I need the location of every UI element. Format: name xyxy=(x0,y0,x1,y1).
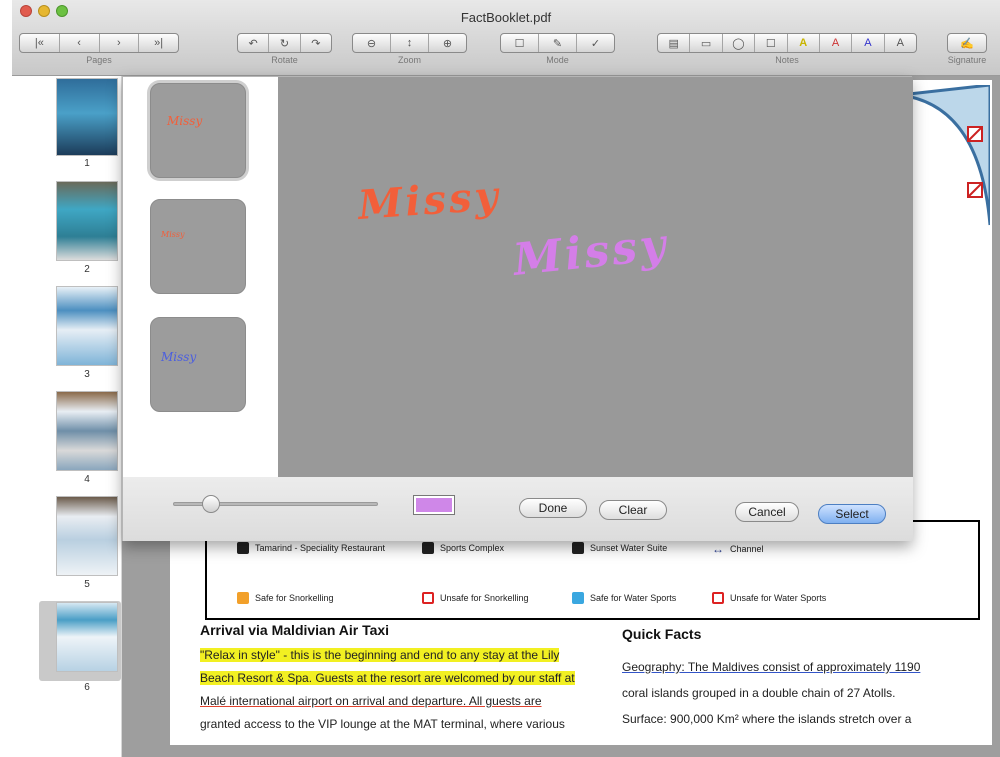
pages-nav-group: |« ‹ › »| xyxy=(19,33,179,53)
zoom-fit-button[interactable]: ↕ xyxy=(391,34,429,52)
drawn-signature-purple: Missy xyxy=(510,219,671,286)
check-mode-button[interactable]: ✓ xyxy=(577,34,614,52)
select-button[interactable]: Select xyxy=(818,504,886,524)
snorkel-safe-icon xyxy=(237,592,249,604)
select-mode-button[interactable]: ☐ xyxy=(501,34,539,52)
signature-drawing-canvas[interactable]: Missy Missy xyxy=(278,77,913,477)
facts-line-3: Surface: 900,000 Km² where the islands s… xyxy=(622,712,912,726)
signature-button[interactable]: ✍ xyxy=(948,34,986,52)
page-thumbnail-3[interactable] xyxy=(56,286,118,366)
arrival-line-4: granted access to the VIP lounge at the … xyxy=(200,717,565,731)
signature-sheet: Missy Missy Missy Missy Missy Done Clear… xyxy=(122,76,913,541)
page-thumbnail-1[interactable] xyxy=(56,78,118,156)
snorkel-unsafe-icon xyxy=(422,592,434,604)
zoom-label: Zoom xyxy=(397,55,421,65)
arrival-line-2: Beach Resort & Spa. Guests at the resort… xyxy=(200,671,575,685)
signature-label: Signature xyxy=(947,55,987,65)
text-blue-button[interactable]: A xyxy=(852,34,885,52)
saved-signature-3[interactable]: Missy xyxy=(150,317,246,412)
pen-width-slider[interactable] xyxy=(173,495,378,513)
clear-button[interactable]: Clear xyxy=(599,500,667,520)
rotate-group: ↶ ↻ ↷ xyxy=(237,33,332,53)
rotate-center-button[interactable]: ↻ xyxy=(269,34,301,52)
zoom-out-button[interactable]: ⊖ xyxy=(353,34,391,52)
notes-list-button[interactable]: ▤ xyxy=(658,34,691,52)
legend-item-channel: ↔ Channel xyxy=(712,542,764,556)
legend-item-sunset-water-suite: Sunset Water Suite xyxy=(572,542,667,554)
page-thumbnail-4[interactable] xyxy=(56,391,118,471)
quick-facts-heading: Quick Facts xyxy=(622,626,702,642)
signature-group: ✍ xyxy=(947,33,987,53)
oval-note-button[interactable]: ◯ xyxy=(723,34,756,52)
legend-item-safe-water-sports: Safe for Water Sports xyxy=(572,592,676,604)
legend-item-sports-complex: Sports Complex xyxy=(422,542,504,554)
rotate-right-button[interactable]: ↷ xyxy=(301,34,331,52)
pen-mode-button[interactable]: ✎ xyxy=(539,34,577,52)
preview-window: FactBooklet.pdf |« ‹ › »| Pages ↶ ↻ ↷ Ro… xyxy=(0,0,1000,757)
page-number-5: 5 xyxy=(84,579,90,590)
page-number-6: 6 xyxy=(84,682,90,693)
saved-signature-2[interactable]: Missy xyxy=(150,199,246,294)
next-page-button[interactable]: › xyxy=(100,34,140,52)
last-page-button[interactable]: »| xyxy=(139,34,178,52)
notes-group: ▤ ▭ ◯ ☐ A A A A xyxy=(657,33,917,53)
page-thumbnail-5[interactable] xyxy=(56,496,118,576)
pen-color-swatch[interactable] xyxy=(413,495,455,515)
window-title: FactBooklet.pdf xyxy=(460,10,552,25)
box-note-button[interactable]: ☐ xyxy=(755,34,788,52)
legend-item-unsafe-snorkelling: Unsafe for Snorkelling xyxy=(422,592,529,604)
arrival-line-3: Malé international airport on arrival an… xyxy=(200,694,542,708)
double-arrow-icon: ↔ xyxy=(712,542,724,556)
text-red-button[interactable]: A xyxy=(820,34,853,52)
first-page-button[interactable]: |« xyxy=(20,34,60,52)
page-number-4: 4 xyxy=(84,474,90,485)
pages-label: Pages xyxy=(86,55,112,65)
restaurant-icon xyxy=(237,542,249,554)
saved-signature-1[interactable]: Missy xyxy=(150,83,246,178)
notes-label: Notes xyxy=(775,55,799,65)
zoom-group: ⊖ ↕ ⊕ xyxy=(352,33,467,53)
rectangle-note-button[interactable]: ▭ xyxy=(690,34,723,52)
done-button[interactable]: Done xyxy=(519,498,587,518)
cancel-button[interactable]: Cancel xyxy=(735,502,799,522)
legend-item-unsafe-water-sports: Unsafe for Water Sports xyxy=(712,592,826,604)
page-number-3: 3 xyxy=(84,369,90,380)
titlebar: FactBooklet.pdf |« ‹ › »| Pages ↶ ↻ ↷ Ro… xyxy=(12,0,1000,76)
page-number-2: 2 xyxy=(84,264,90,275)
mode-group: ☐ ✎ ✓ xyxy=(500,33,615,53)
rotate-left-button[interactable]: ↶ xyxy=(238,34,270,52)
drawn-signature-orange: Missy xyxy=(356,172,503,229)
water-sports-unsafe-icon xyxy=(712,592,724,604)
page-thumbnail-2[interactable] xyxy=(56,181,118,261)
facts-line-1: Geography: The Maldives consist of appro… xyxy=(622,660,921,674)
legend-item-safe-snorkelling: Safe for Snorkelling xyxy=(237,592,334,604)
sports-complex-icon xyxy=(422,542,434,554)
previous-page-button[interactable]: ‹ xyxy=(60,34,100,52)
signature-controls-bar: Done Clear Cancel Select xyxy=(123,477,913,541)
thumbnail-sidebar: 1 2 3 4 5 6 xyxy=(12,76,122,757)
water-sports-safe-icon xyxy=(572,592,584,604)
slider-thumb[interactable] xyxy=(202,495,221,513)
arrival-line-1: "Relax in style" - this is the beginning… xyxy=(200,648,560,662)
page-number-1: 1 xyxy=(84,158,90,169)
facts-line-2: coral islands grouped in a double chain … xyxy=(622,686,896,700)
text-arrow-button[interactable]: A xyxy=(885,34,916,52)
page-thumbnail-6[interactable] xyxy=(56,602,118,672)
arrival-heading: Arrival via Maldivian Air Taxi xyxy=(200,622,390,638)
water-suite-icon xyxy=(572,542,584,554)
highlight-yellow-button[interactable]: A xyxy=(788,34,820,52)
rotate-label: Rotate xyxy=(271,55,298,65)
legend-item-restaurant: Tamarind - Speciality Restaurant xyxy=(237,542,385,554)
mode-label: Mode xyxy=(546,55,569,65)
zoom-in-button[interactable]: ⊕ xyxy=(429,34,466,52)
